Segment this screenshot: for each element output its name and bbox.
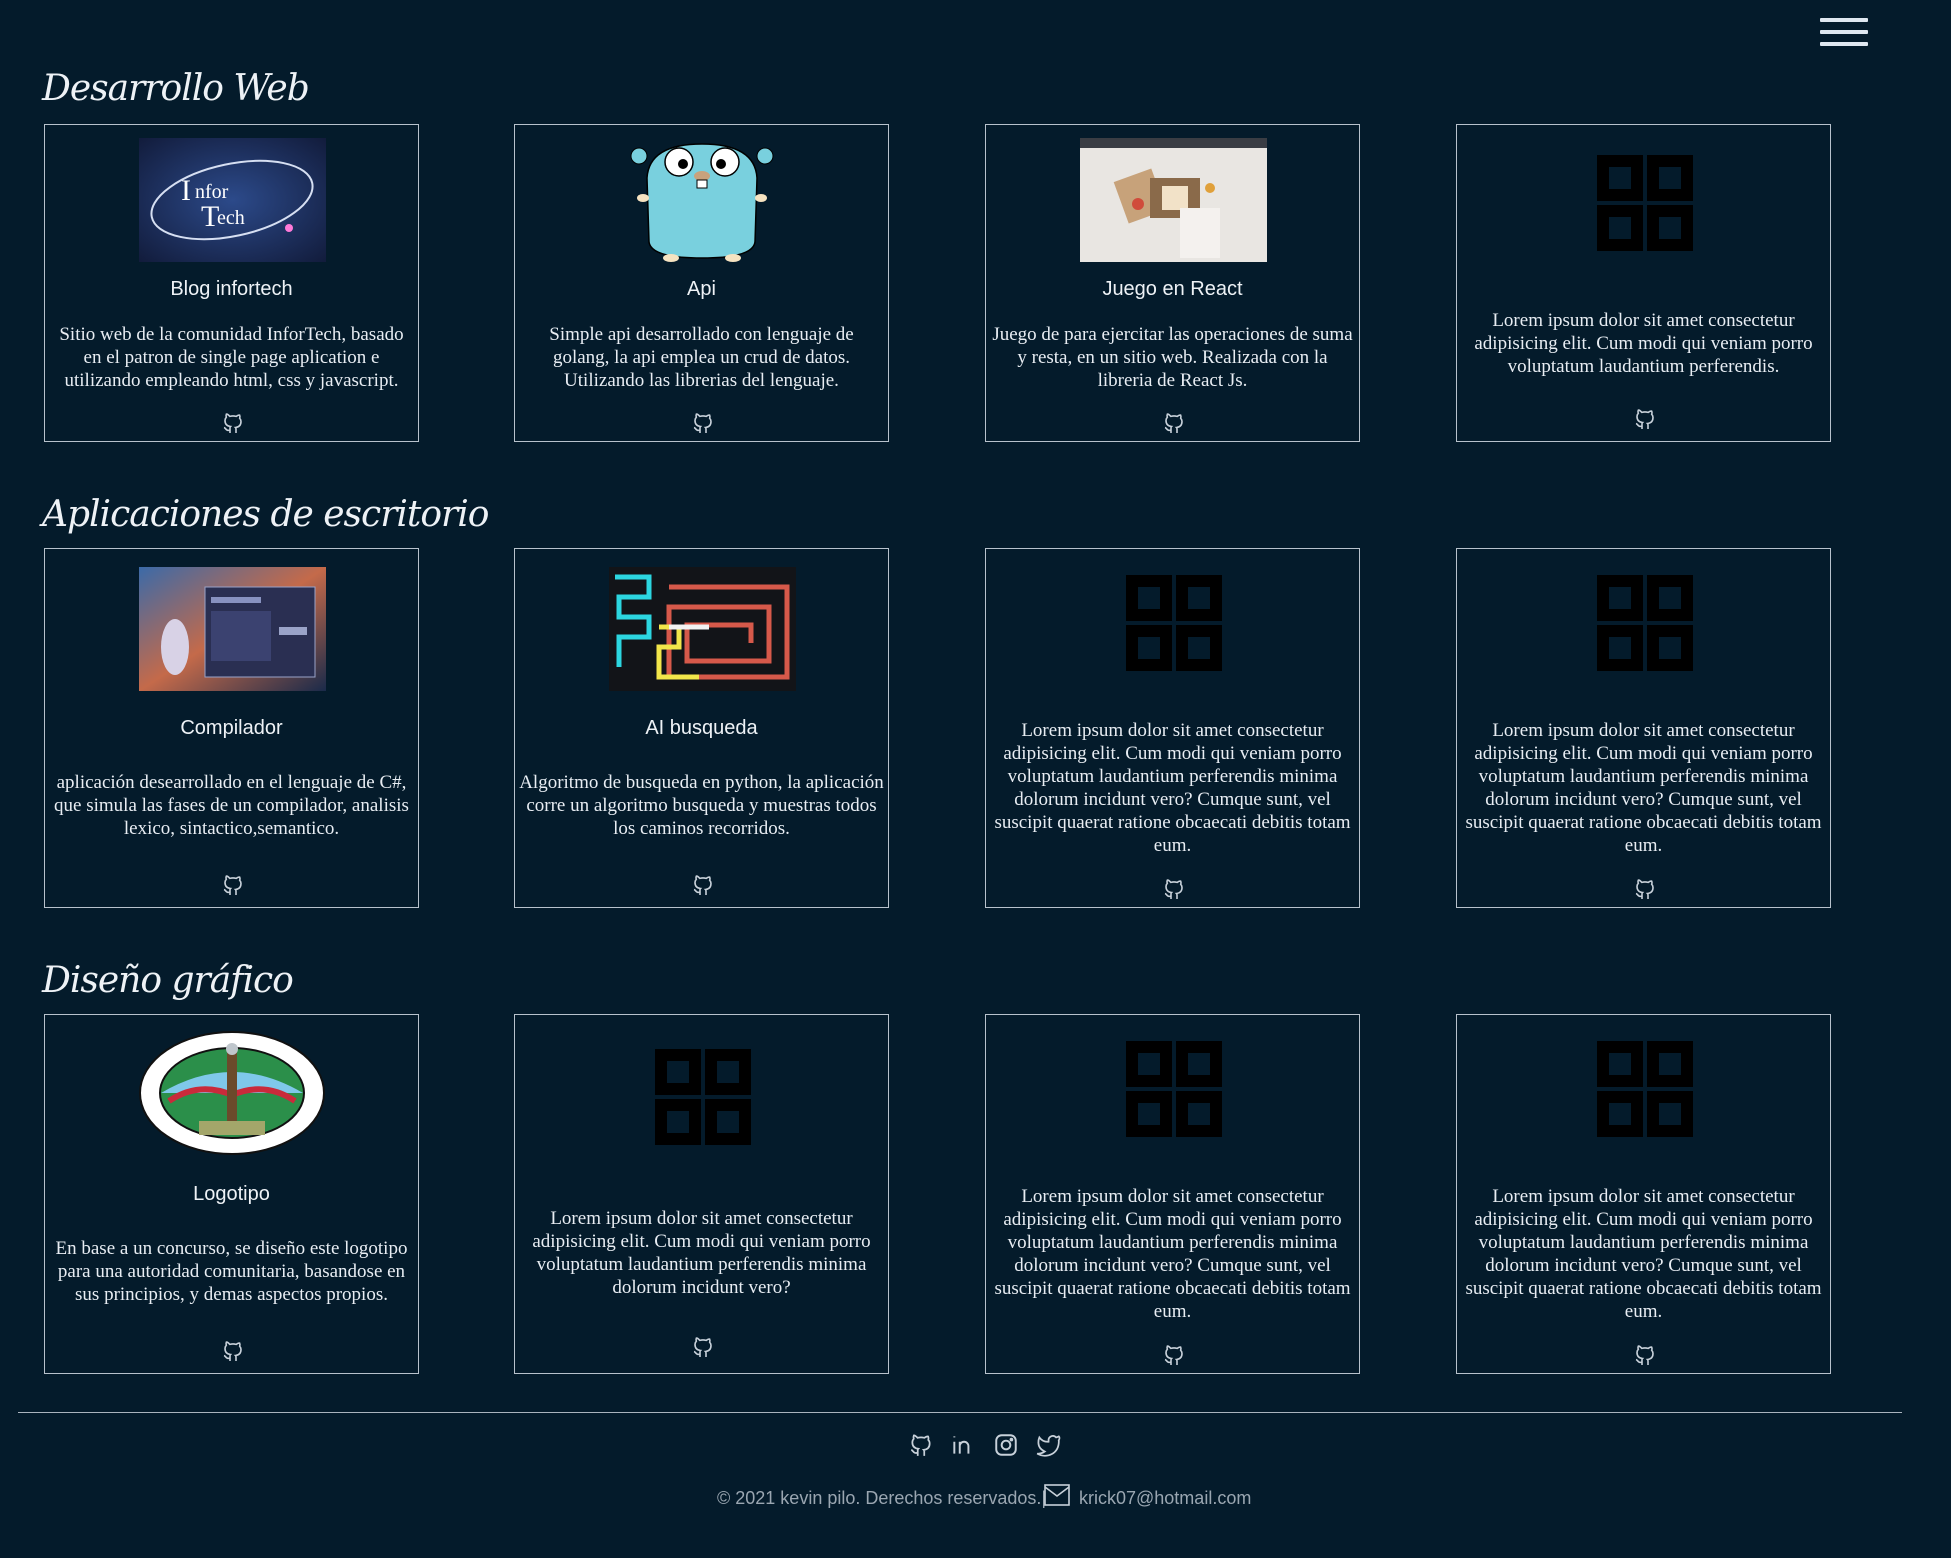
github-icon[interactable] [691,873,715,897]
card-description: Simple api desarrollado con lenguaje de … [549,324,854,391]
card-description: Lorem ipsum dolor sit amet consectetur a… [1474,310,1813,377]
github-icon[interactable] [691,411,715,435]
github-icon[interactable] [1633,877,1657,901]
instagram-icon[interactable] [993,1432,1019,1458]
card-description: Sitio web de la comunidad InforTech, bas… [59,324,404,391]
project-card-api: Api Simple api desarrollado con lenguaje… [514,124,889,442]
project-card-juego-react: Juego en React Juego de para ejercitar l… [985,124,1360,442]
twitter-icon[interactable] [1035,1432,1061,1458]
grid-placeholder-icon [1597,575,1693,671]
copyright-text: © 2021 kevin pilo. Derechos reservados.| [717,1488,1047,1508]
email-link[interactable]: krick07@hotmail.com [1079,1488,1251,1509]
project-card-placeholder: Lorem ipsum dolor sit amet consectetur a… [985,1014,1360,1374]
github-icon[interactable] [691,1335,715,1359]
grid-placeholder-icon [655,1049,751,1145]
card-title: Blog infortech [170,278,293,300]
project-card-logotipo: Logotipo En base a un concurso, se diseñ… [44,1014,419,1374]
grid-placeholder-icon [1597,1041,1693,1137]
card-title: AI busqueda [645,717,758,739]
project-card-placeholder: Lorem ipsum dolor sit amet consectetur a… [985,548,1360,908]
github-icon[interactable] [221,873,245,897]
react-game-screenshot-image [1080,138,1267,262]
project-card-blog-infortech: I nfor T ech Blog infortech Sitio web de… [44,124,419,442]
grid-placeholder-icon [1597,155,1693,251]
gopher-mascot-image [609,138,796,262]
project-card-placeholder: Lorem ipsum dolor sit amet consectetur a… [1456,1014,1831,1374]
card-description: Lorem ipsum dolor sit amet consectetur a… [532,1208,871,1298]
card-title: Logotipo [193,1183,270,1205]
github-icon[interactable] [1633,1343,1657,1367]
github-icon[interactable] [1162,1343,1186,1367]
section-title-aplicaciones-escritorio: Aplicaciones de escritorio [42,494,489,535]
hamburger-menu-icon[interactable] [1820,18,1868,54]
project-card-placeholder: Lorem ipsum dolor sit amet consectetur a… [1456,124,1831,442]
svg-text:ech: ech [217,207,245,229]
project-card-placeholder: Lorem ipsum dolor sit amet consectetur a… [1456,548,1831,908]
card-description: Lorem ipsum dolor sit amet consectetur a… [1465,720,1822,856]
card-description: Lorem ipsum dolor sit amet consectetur a… [1465,1186,1822,1322]
github-icon[interactable] [1633,407,1657,431]
maze-screenshot-image [609,567,796,691]
linkedin-icon[interactable] [950,1432,976,1458]
mail-icon [1044,1484,1070,1506]
github-icon[interactable] [221,1339,245,1363]
card-description: Lorem ipsum dolor sit amet consectetur a… [994,720,1351,856]
svg-text:I: I [181,174,191,207]
project-card-ai-busqueda: AI busqueda Algoritmo de busqueda en pyt… [514,548,889,908]
card-title: Compilador [180,717,283,739]
card-description: aplicación desearrollado en el lenguaje … [54,772,409,839]
section-title-desarrollo-web: Desarrollo Web [42,68,310,109]
github-icon[interactable] [908,1432,934,1458]
compiler-screenshot-image [139,567,326,691]
card-title: Api [687,278,716,300]
github-icon[interactable] [1162,411,1186,435]
card-title: Juego en React [1102,278,1243,300]
card-description: Juego de para ejercitar las operaciones … [992,324,1353,391]
project-card-placeholder: Lorem ipsum dolor sit amet consectetur a… [514,1014,889,1374]
card-description: En base a un concurso, se diseño este lo… [55,1238,408,1305]
infortech-logo-image: I nfor T ech [139,138,326,262]
github-icon[interactable] [1162,877,1186,901]
github-icon[interactable] [221,411,245,435]
footer-divider [18,1412,1902,1413]
grid-placeholder-icon [1126,575,1222,671]
grid-placeholder-icon [1126,1041,1222,1137]
community-logo-image [139,1031,326,1155]
card-description: Lorem ipsum dolor sit amet consectetur a… [994,1186,1351,1322]
card-description: Algoritmo de busqueda en python, la apli… [519,772,884,839]
project-card-compilador: Compilador aplicación desearrollado en e… [44,548,419,908]
section-title-diseno-grafico: Diseño gráfico [42,960,294,1001]
